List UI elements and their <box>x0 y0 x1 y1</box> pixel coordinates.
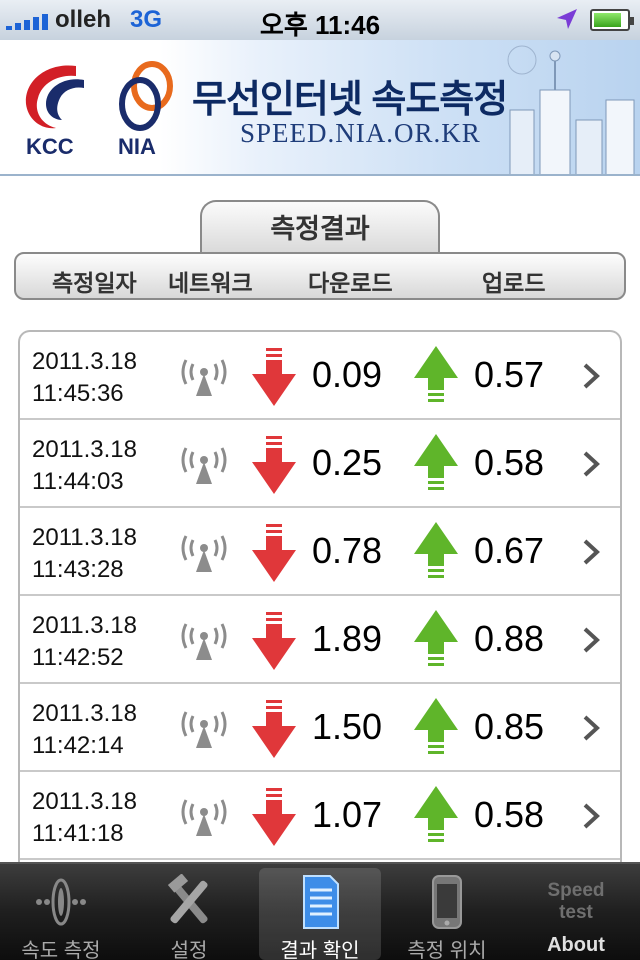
measure-time: 11:41:18 <box>32 820 124 847</box>
column-header-date: 측정일자 <box>52 270 137 296</box>
download-arrow-icon <box>252 436 296 494</box>
measure-datetime: 2011.3.18 11:42:52 <box>32 610 137 674</box>
result-row[interactable]: 2011.3.18 11:44:03 0.25 0.58 <box>20 420 620 508</box>
measure-date: 2011.3.18 <box>32 436 137 463</box>
download-speed: 0.25 <box>312 442 383 483</box>
chevron-right-icon[interactable] <box>582 714 600 742</box>
upload-arrow-icon <box>414 786 458 842</box>
app-url: SPEED.NIA.OR.KR <box>240 118 481 148</box>
upload-speed: 0.57 <box>474 354 545 395</box>
tab-settings[interactable]: 설정 <box>128 868 250 960</box>
tab-location[interactable]: 측정 위치 <box>386 868 508 960</box>
measure-datetime: 2011.3.18 11:42:14 <box>32 698 137 762</box>
tab-label: 측정 위치 <box>407 940 487 960</box>
measure-datetime: 2011.3.18 11:45:36 <box>32 346 137 410</box>
column-header-download: 다운로드 <box>308 270 393 296</box>
download-speed: 1.50 <box>312 706 383 747</box>
download-speed: 0.09 <box>312 354 383 395</box>
chevron-right-icon[interactable] <box>582 802 600 830</box>
tools-icon <box>167 874 208 924</box>
measure-time: 11:43:28 <box>32 556 124 583</box>
tab-speed-measure[interactable]: 속도 측정 <box>0 868 122 960</box>
tab-label: About <box>547 934 605 956</box>
upload-speed: 0.58 <box>474 442 545 483</box>
upload-arrow-icon <box>414 522 458 578</box>
speedtest-logo-icon: Speed test <box>525 880 627 924</box>
measure-date: 2011.3.18 <box>32 700 137 727</box>
result-row[interactable]: 2011.3.18 11:42:52 1.89 0.88 <box>20 596 620 684</box>
status-bar: olleh 3G 오후 11:46 <box>0 0 640 40</box>
measure-time: 11:44:03 <box>32 468 124 495</box>
app-title: 무선인터넷 속도측정 <box>192 79 508 121</box>
wifi-icon <box>181 359 227 396</box>
column-header-network: 네트워크 <box>168 270 253 296</box>
result-row[interactable]: 2011.3.18 11:45:36 0.09 0.57 <box>20 332 620 420</box>
measure-date: 2011.3.18 <box>32 612 137 639</box>
phone-icon <box>432 875 462 929</box>
kcc-logo-icon <box>25 65 84 129</box>
chevron-right-icon[interactable] <box>582 450 600 478</box>
chevron-right-icon[interactable] <box>582 362 600 390</box>
download-speed: 1.89 <box>312 618 383 659</box>
kcc-label: KCC <box>26 134 74 159</box>
results-column-header: 측정일자 네트워크 다운로드 업로드 <box>14 252 626 300</box>
result-row[interactable]: 2011.3.18 11:42:14 1.50 0.85 <box>20 684 620 772</box>
tab-about[interactable]: Speed test About <box>515 868 637 960</box>
tab-results[interactable]: 결과 확인 <box>259 868 381 960</box>
battery-icon <box>590 9 634 31</box>
column-header-upload: 업로드 <box>482 270 546 296</box>
download-arrow-icon <box>252 700 296 758</box>
upload-speed: 0.88 <box>474 618 545 659</box>
speedtest-logo-line2: test <box>559 902 593 923</box>
measure-time: 11:45:36 <box>32 380 124 407</box>
result-row[interactable]: 2011.3.18 11:41:18 1.07 0.58 <box>20 772 620 860</box>
measure-datetime: 2011.3.18 11:43:28 <box>32 522 137 586</box>
wifi-icon <box>181 535 227 572</box>
upload-arrow-icon <box>414 610 458 666</box>
measure-date: 2011.3.18 <box>32 788 137 815</box>
chevron-right-icon[interactable] <box>582 626 600 654</box>
measure-datetime: 2011.3.18 11:41:18 <box>32 786 137 850</box>
wifi-icon <box>181 799 227 836</box>
upload-speed: 0.67 <box>474 530 545 571</box>
wifi-icon <box>181 623 227 660</box>
speedometer-icon <box>36 878 86 926</box>
upload-arrow-icon <box>414 698 458 754</box>
wifi-icon <box>181 711 227 748</box>
measure-time: 11:42:14 <box>32 732 124 759</box>
result-row[interactable]: 2011.3.18 11:43:28 0.78 0.67 <box>20 508 620 596</box>
measure-date: 2011.3.18 <box>32 348 137 375</box>
upload-speed: 0.85 <box>474 706 545 747</box>
download-arrow-icon <box>252 348 296 406</box>
results-tab-title: 측정결과 <box>200 200 440 254</box>
upload-arrow-icon <box>414 434 458 490</box>
nia-label: NIA <box>118 134 156 159</box>
results-list: 2011.3.18 11:45:36 0.09 0.57 2011.3.18 11:44:… <box>18 330 622 870</box>
battery-level <box>594 13 622 27</box>
measure-datetime: 2011.3.18 11:44:03 <box>32 434 137 498</box>
upload-arrow-icon <box>414 346 458 402</box>
download-speed: 0.78 <box>312 530 383 571</box>
measure-date: 2011.3.18 <box>32 524 137 551</box>
download-speed: 1.07 <box>312 794 383 835</box>
tab-label: 설정 <box>170 940 208 960</box>
wifi-icon <box>181 447 227 484</box>
download-arrow-icon <box>252 788 296 846</box>
tab-label: 속도 측정 <box>21 940 101 960</box>
download-arrow-icon <box>252 524 296 582</box>
download-arrow-icon <box>252 612 296 670</box>
status-time: 오후 11:46 <box>259 10 381 40</box>
measure-time: 11:42:52 <box>32 644 124 671</box>
location-arrow-icon <box>557 9 577 29</box>
upload-speed: 0.58 <box>474 794 545 835</box>
tab-bar: 속도 측정 설정 결과 확인 측정 위치 Speed test About <box>0 862 640 960</box>
document-icon <box>303 875 339 929</box>
tab-label: 결과 확인 <box>280 940 360 960</box>
speedtest-logo-line1: Speed <box>547 880 605 901</box>
city-illustration-icon <box>507 45 635 174</box>
nia-logo-icon <box>119 61 173 131</box>
app-banner: KCC NIA 무선인터넷 속도측정 SPEED.NIA.OR.KR <box>0 40 640 176</box>
chevron-right-icon[interactable] <box>582 538 600 566</box>
